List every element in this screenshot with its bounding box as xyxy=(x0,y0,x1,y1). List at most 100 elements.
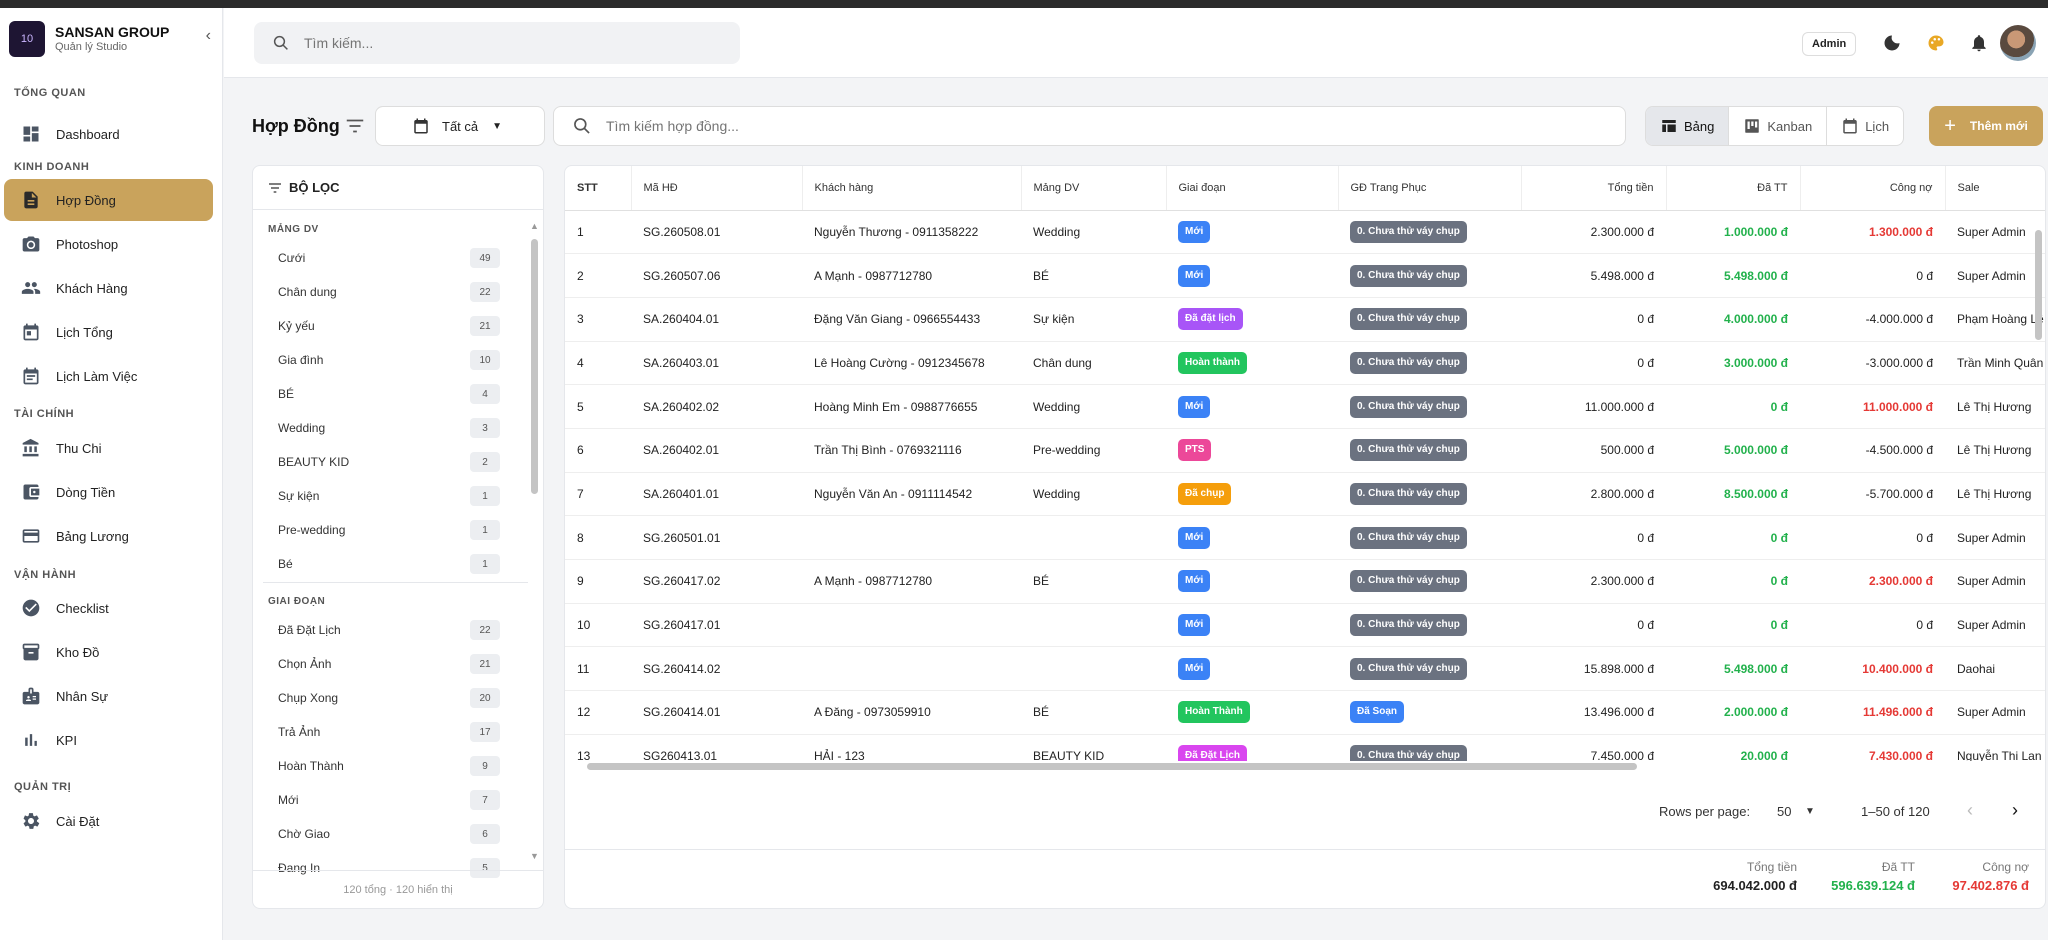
sidebar-item-cashflow[interactable]: Dòng Tiền xyxy=(4,471,213,513)
filter-option[interactable]: Wedding 3 xyxy=(278,416,500,440)
filter-option[interactable]: Bé 1 xyxy=(278,552,500,576)
filter-option[interactable]: Cưới 49 xyxy=(278,246,500,270)
sidebar-item-dashboard[interactable]: Dashboard xyxy=(4,113,213,155)
costume-badge[interactable]: 0. Chưa thử váy chụp xyxy=(1350,220,1467,243)
table-row[interactable]: 9 SG.260417.02 A Mạnh - 0987712780 BÉ Mới 0. … xyxy=(565,559,2045,604)
stage-badge[interactable]: Đã Đặt Lịch xyxy=(1178,745,1248,761)
table-row[interactable]: 13 SG260413.01 HẢI - 123 BEAUTY KID Đã Đặt L… xyxy=(565,734,2045,761)
filter-option[interactable]: Trả Ảnh 17 xyxy=(278,720,500,744)
sidebar-item-staff[interactable]: Nhân Sự xyxy=(4,675,213,717)
palette-icon[interactable] xyxy=(1924,31,1948,55)
costume-badge[interactable]: 0. Chưa thử váy chụp xyxy=(1350,526,1467,549)
table-row[interactable]: 12 SG.260414.01 A Đăng - 0973059910 BÉ Hoàn … xyxy=(565,690,2045,735)
sidebar-item-calendar[interactable]: Lịch Tổng xyxy=(4,311,213,353)
costume-badge[interactable]: Đã Soạn xyxy=(1350,701,1405,724)
collapse-sidebar-icon[interactable]: ‹ xyxy=(206,27,211,45)
col-stt[interactable]: STT xyxy=(565,166,632,211)
add-contract-button[interactable]: + Thêm mới xyxy=(1929,106,2043,146)
view-kanban-button[interactable]: Kanban xyxy=(1729,107,1828,145)
global-search-input[interactable] xyxy=(304,35,704,51)
sidebar-item-warehouse[interactable]: Kho Đồ xyxy=(4,631,213,673)
table-row[interactable]: 6 SA.260402.01 Trần Thị Bình - 0769321116 P… xyxy=(565,428,2045,473)
table-row[interactable]: 2 SG.260507.06 A Mạnh - 0987712780 BÉ Mới 0. … xyxy=(565,253,2045,298)
table-row[interactable]: 3 SA.260404.01 Đặng Văn Giang - 0966554433… xyxy=(565,297,2045,342)
stage-badge[interactable]: Đã đặt lịch xyxy=(1178,308,1243,331)
sidebar-item-income[interactable]: Thu Chi xyxy=(4,427,213,469)
table-row[interactable]: 1 SG.260508.01 Nguyễn Thương - 0911358222 W… xyxy=(565,210,2045,255)
costume-badge[interactable]: 0. Chưa thử váy chụp xyxy=(1350,657,1467,680)
table-row[interactable]: 5 SA.260402.02 Hoàng Minh Em - 0988776655 W… xyxy=(565,384,2045,429)
col-debt[interactable]: Công nợ xyxy=(1800,166,1946,211)
col-service[interactable]: Mảng DV xyxy=(1021,166,1167,211)
costume-badge[interactable]: 0. Chưa thử váy chụp xyxy=(1350,482,1467,505)
costume-badge[interactable]: 0. Chưa thử váy chụp xyxy=(1350,614,1467,637)
col-paid[interactable]: Đã TT xyxy=(1666,166,1801,211)
col-sale[interactable]: Sale xyxy=(1945,166,2045,211)
scroll-thumb[interactable] xyxy=(531,239,538,494)
sidebar-item-settings[interactable]: Cài Đặt xyxy=(4,800,213,842)
table-row[interactable]: 4 SA.260403.01 Lê Hoàng Cường - 0912345678… xyxy=(565,341,2045,386)
col-code[interactable]: Mã HĐ xyxy=(631,166,803,211)
table-vertical-scrollbar[interactable] xyxy=(2034,210,2044,755)
costume-badge[interactable]: 0. Chưa thử váy chụp xyxy=(1350,308,1467,331)
costume-badge[interactable]: 0. Chưa thử váy chụp xyxy=(1350,439,1467,462)
col-stage[interactable]: Giai đoạn xyxy=(1166,166,1339,211)
filter-option[interactable]: Chờ Giao 6 xyxy=(278,822,500,846)
stage-badge[interactable]: Mới xyxy=(1178,526,1211,549)
bell-icon[interactable] xyxy=(1967,31,1991,55)
stage-badge[interactable]: Hoàn thành xyxy=(1178,351,1247,374)
sidebar-item-payroll[interactable]: Bảng Lương xyxy=(4,515,213,557)
filter-scrollbar[interactable]: ▲ ▼ xyxy=(530,221,539,861)
filter-option[interactable]: Chụp Xong 20 xyxy=(278,686,500,710)
stage-badge[interactable]: Mới xyxy=(1178,614,1211,637)
stage-badge[interactable]: Mới xyxy=(1178,220,1211,243)
costume-badge[interactable]: 0. Chưa thử váy chụp xyxy=(1350,351,1467,374)
scroll-up-icon[interactable]: ▲ xyxy=(530,221,539,231)
role-chip[interactable]: Admin xyxy=(1802,32,1857,56)
costume-badge[interactable]: 0. Chưa thử váy chụp xyxy=(1350,570,1467,593)
table-row[interactable]: 8 SG.260501.01 Mới 0. Chưa thử váy chụp 0 đ0… xyxy=(565,515,2045,560)
filter-option[interactable]: Sự kiện 1 xyxy=(278,484,500,508)
filter-toggle-icon[interactable] xyxy=(344,115,366,137)
scroll-down-icon[interactable]: ▼ xyxy=(530,851,539,861)
sidebar-item-contracts[interactable]: Hợp Đồng xyxy=(4,179,213,221)
table-row[interactable]: 11 SG.260414.02 Mới 0. Chưa thử váy chụp 15.… xyxy=(565,646,2045,692)
filter-option[interactable]: Chọn Ảnh 21 xyxy=(278,652,500,676)
user-avatar[interactable] xyxy=(2000,25,2036,61)
scroll-thumb[interactable] xyxy=(2035,230,2042,340)
chevron-down-icon[interactable]: ▼ xyxy=(1805,806,1815,817)
sidebar-item-checklist[interactable]: Checklist xyxy=(4,587,213,629)
next-page-icon[interactable]: › xyxy=(2012,800,2018,821)
table-horizontal-scrollbar[interactable] xyxy=(579,762,2039,771)
col-customer[interactable]: Khách hàng xyxy=(802,166,1022,211)
costume-badge[interactable]: 0. Chưa thử váy chụp xyxy=(1350,395,1467,418)
contract-search-input[interactable] xyxy=(606,118,1506,134)
contract-search[interactable] xyxy=(553,106,1626,146)
stage-badge[interactable]: Mới xyxy=(1178,395,1211,418)
filter-option[interactable]: Kỷ yếu 21 xyxy=(278,314,500,338)
filter-option[interactable]: Hoàn Thành 9 xyxy=(278,754,500,778)
filter-option[interactable]: Mới 7 xyxy=(278,788,500,812)
col-costume[interactable]: GĐ Trang Phục xyxy=(1338,166,1522,211)
costume-badge[interactable]: 0. Chưa thử váy chụp xyxy=(1350,264,1467,287)
sidebar-item-kpi[interactable]: KPI xyxy=(4,719,213,761)
sidebar-item-customers[interactable]: Khách Hàng xyxy=(4,267,213,309)
stage-badge[interactable]: Mới xyxy=(1178,657,1211,680)
table-row[interactable]: 10 SG.260417.01 Mới 0. Chưa thử váy chụp 0 đ… xyxy=(565,603,2045,648)
stage-badge[interactable]: Hoàn Thành xyxy=(1178,701,1250,724)
filter-option[interactable]: Chân dung 22 xyxy=(278,280,500,304)
view-calendar-button[interactable]: Lịch xyxy=(1827,107,1903,145)
filter-option[interactable]: Đã Đặt Lịch 22 xyxy=(278,618,500,642)
costume-badge[interactable]: 0. Chưa thử váy chụp xyxy=(1350,745,1467,761)
sidebar-item-work-calendar[interactable]: Lịch Làm Việc xyxy=(4,355,213,397)
rows-per-page-select[interactable]: 50 xyxy=(1777,804,1791,819)
filter-option[interactable]: Gia đình 10 xyxy=(278,348,500,372)
sidebar-item-photoshop[interactable]: Photoshop xyxy=(4,223,213,265)
stage-badge[interactable]: Mới xyxy=(1178,264,1211,287)
moon-icon[interactable] xyxy=(1880,31,1904,55)
filter-option[interactable]: BÉ 4 xyxy=(278,382,500,406)
filter-option[interactable]: Pre-wedding 1 xyxy=(278,518,500,542)
date-filter-select[interactable]: Tất cả ▼ xyxy=(375,106,545,146)
col-total[interactable]: Tổng tiền xyxy=(1521,166,1667,211)
view-table-button[interactable]: Bảng xyxy=(1646,107,1730,145)
